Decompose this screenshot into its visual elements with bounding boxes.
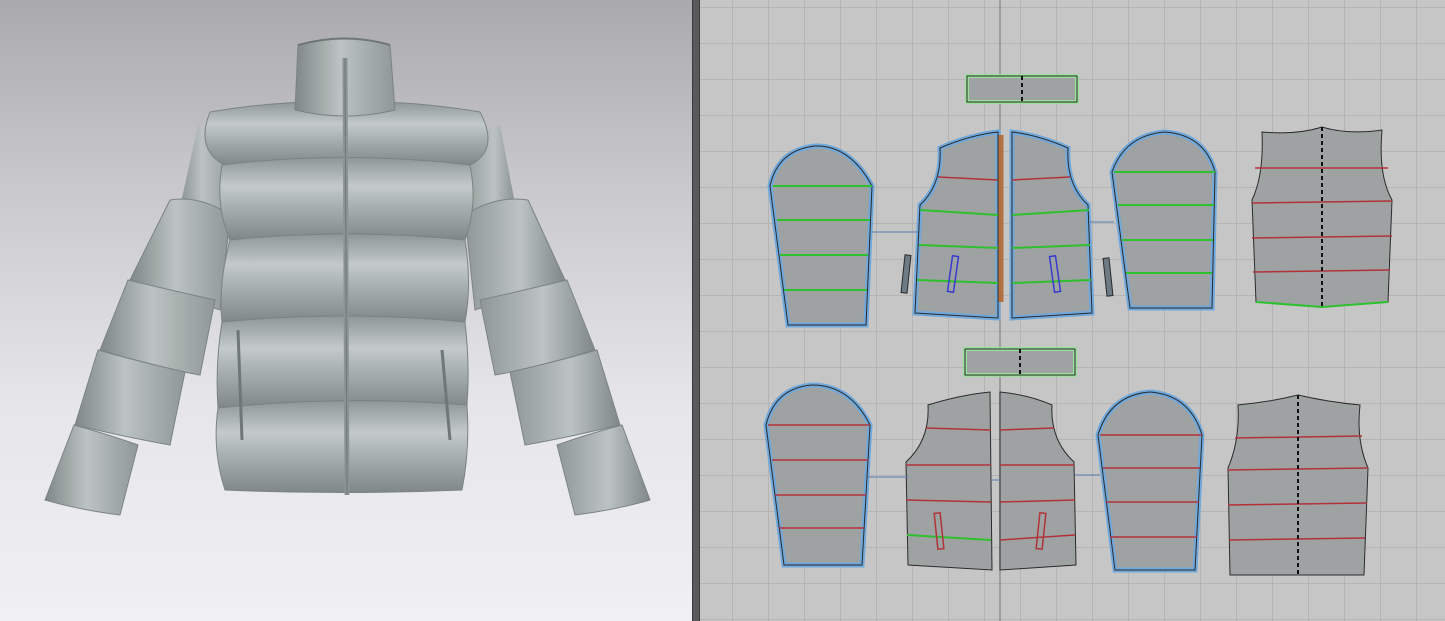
3d-viewport[interactable]: 3D Garment Window	[0, 0, 692, 621]
pattern-piece-front-right-bottom[interactable]	[999, 391, 1077, 571]
right-sleeve	[462, 125, 651, 516]
pattern-piece-back-bottom[interactable]	[1227, 394, 1369, 576]
left-sleeve	[44, 125, 235, 516]
pattern-piece-back-top[interactable]	[1251, 126, 1393, 308]
pattern-piece-sleeve-right-top[interactable]	[1109, 129, 1218, 311]
pattern-piece-sleeve-left-top[interactable]	[767, 143, 875, 328]
pattern-piece-sleeve-right-bottom[interactable]	[1095, 389, 1205, 573]
app-window: 3D Garment Window	[0, 0, 1445, 621]
pattern-piece-sleeve-left-bottom[interactable]	[763, 382, 873, 568]
pattern-piece-collar-bottom[interactable]	[963, 347, 1077, 377]
2d-pattern-viewport[interactable]: 2D Pattern Window	[700, 0, 1445, 621]
pattern-piece-front-left-bottom[interactable]	[905, 391, 993, 571]
view-splitter[interactable]	[692, 0, 700, 621]
pattern-piece-front-left-top[interactable]	[900, 129, 1001, 321]
pattern-piece-collar-top[interactable]	[965, 74, 1079, 104]
pattern-canvas[interactable]	[700, 0, 1445, 621]
pattern-piece-front-right-top[interactable]	[1009, 129, 1114, 321]
jacket-3d-model[interactable]	[0, 0, 692, 621]
